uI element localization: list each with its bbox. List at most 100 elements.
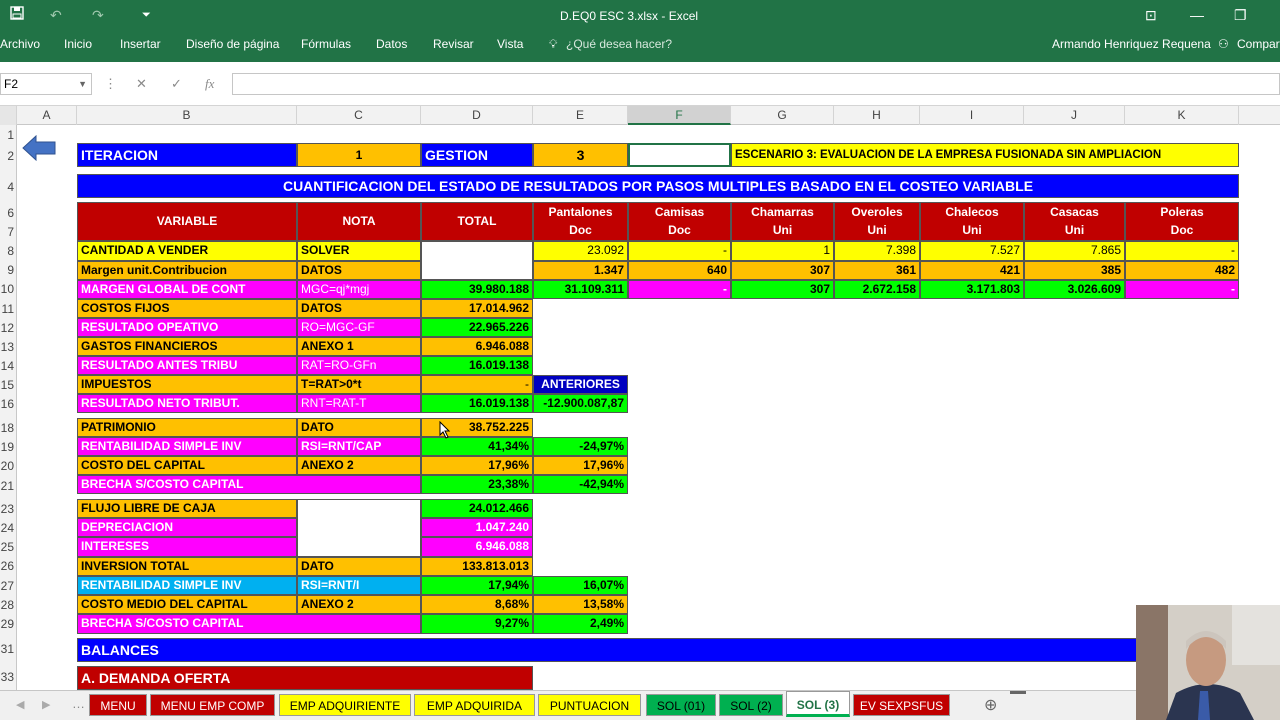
row-total[interactable]: 17.014.962	[421, 299, 533, 318]
insert-function-icon[interactable]: fx	[205, 76, 214, 92]
data-cell[interactable]: 421	[920, 261, 1024, 280]
selected-cell-f2[interactable]	[628, 143, 731, 167]
undo-icon[interactable]: ↶	[50, 6, 62, 24]
menu-diseno-pagina[interactable]: Diseño de página	[186, 37, 279, 51]
row-header[interactable]: 1	[0, 128, 14, 142]
iteracion-value[interactable]: 1	[297, 143, 421, 167]
column-header-k[interactable]: K	[1125, 106, 1239, 125]
row-total[interactable]: 22.965.226	[421, 318, 533, 337]
row-header[interactable]: 7	[0, 225, 14, 239]
row-header[interactable]: 8	[0, 244, 14, 258]
anteriores-value[interactable]: -12.900.087,87	[533, 394, 628, 413]
gestion-value[interactable]: 3	[533, 143, 628, 167]
data-cell[interactable]: -	[1125, 280, 1239, 299]
anteriores-value[interactable]: 17,96%	[533, 456, 628, 475]
anteriores-value[interactable]: 13,58%	[533, 595, 628, 614]
select-all-corner[interactable]	[0, 106, 17, 125]
row-header[interactable]: 9	[0, 263, 14, 277]
column-header-d[interactable]: D	[421, 106, 533, 125]
data-cell[interactable]: 7.398	[834, 241, 920, 261]
anteriores-value[interactable]: 16,07%	[533, 576, 628, 595]
data-cell[interactable]: 7.865	[1024, 241, 1125, 261]
row-header[interactable]: 14	[0, 359, 14, 373]
row-total[interactable]: 39.980.188	[421, 280, 533, 299]
menu-revisar[interactable]: Revisar	[433, 37, 474, 51]
row-header[interactable]: 18	[0, 421, 14, 435]
column-header-f[interactable]: F	[628, 106, 731, 125]
save-icon[interactable]	[10, 6, 24, 24]
anteriores-value[interactable]: 2,49%	[533, 614, 628, 634]
tab-menu[interactable]: MENU	[89, 694, 147, 716]
menu-formulas[interactable]: Fórmulas	[301, 37, 351, 51]
chevron-down-icon[interactable]: ▼	[78, 74, 87, 94]
cancel-icon[interactable]: ✕	[136, 76, 147, 92]
column-header-i[interactable]: I	[920, 106, 1024, 125]
row-total[interactable]: 8,68%	[421, 595, 533, 614]
row-header[interactable]: 23	[0, 502, 14, 516]
menu-datos[interactable]: Datos	[376, 37, 407, 51]
minimize-icon[interactable]: —	[1190, 6, 1204, 24]
tab-sol-01[interactable]: SOL (01)	[646, 694, 716, 716]
data-cell[interactable]: 307	[731, 280, 834, 299]
row-total[interactable]: 23,38%	[421, 475, 533, 494]
menu-vista[interactable]: Vista	[497, 37, 523, 51]
row-total[interactable]: 16.019.138	[421, 356, 533, 375]
row-total[interactable]: 41,34%	[421, 437, 533, 456]
restore-icon[interactable]: ❐	[1234, 6, 1247, 24]
menu-insertar[interactable]: Insertar	[120, 37, 161, 51]
row-header[interactable]: 25	[0, 540, 14, 554]
column-header-j[interactable]: J	[1024, 106, 1125, 125]
data-cell[interactable]: 640	[628, 261, 731, 280]
row-total[interactable]: -	[421, 375, 533, 394]
row-header[interactable]: 27	[0, 579, 14, 593]
data-cell[interactable]: 7.527	[920, 241, 1024, 261]
column-header-b[interactable]: B	[77, 106, 297, 125]
column-header-h[interactable]: H	[834, 106, 920, 125]
row-header[interactable]: 20	[0, 459, 14, 473]
row-total[interactable]: 16.019.138	[421, 394, 533, 413]
menu-archivo[interactable]: Archivo	[0, 37, 40, 51]
back-arrow-icon[interactable]	[22, 135, 56, 161]
row-total[interactable]: 9,27%	[421, 614, 533, 634]
tab-puntuacion[interactable]: PUNTUACION	[538, 694, 641, 716]
tab-emp-adquirida[interactable]: EMP ADQUIRIDA	[414, 694, 535, 716]
anteriores-value[interactable]: -24,97%	[533, 437, 628, 456]
empty-cell[interactable]	[297, 499, 421, 557]
more-tabs-icon[interactable]: …	[72, 696, 85, 711]
data-cell[interactable]: -	[1125, 241, 1239, 261]
data-cell[interactable]: 2.672.158	[834, 280, 920, 299]
worksheet-grid[interactable]: 1 2 4 6 7 8 9 10 11 12 13 14 15 16 18 19…	[0, 125, 1280, 690]
tab-ev-sexpsfus[interactable]: EV SEXPSFUS	[853, 694, 950, 716]
data-cell[interactable]: 3.171.803	[920, 280, 1024, 299]
enter-icon[interactable]: ✓	[171, 76, 182, 92]
row-header[interactable]: 12	[0, 321, 14, 335]
formula-input[interactable]	[232, 73, 1280, 95]
row-total[interactable]: 24.012.466	[421, 499, 533, 518]
customize-quick-access-icon[interactable]: ⏷	[142, 6, 151, 24]
row-total[interactable]: 1.047.240	[421, 518, 533, 537]
data-cell[interactable]: -	[628, 241, 731, 261]
anteriores-value[interactable]: -42,94%	[533, 475, 628, 494]
scroll-left-icon[interactable]: ◀	[16, 698, 24, 711]
column-header-g[interactable]: G	[731, 106, 834, 125]
share-button[interactable]: Compartir	[1237, 37, 1280, 51]
tell-me-input[interactable]: ¿Qué desea hacer?	[566, 37, 672, 51]
tab-sol-2[interactable]: SOL (2)	[719, 694, 783, 716]
row-header[interactable]: 16	[0, 397, 14, 411]
data-cell[interactable]: 1.347	[533, 261, 628, 280]
row-header[interactable]: 31	[0, 642, 14, 656]
data-cell[interactable]: 1	[731, 241, 834, 261]
row-header[interactable]: 19	[0, 440, 14, 454]
data-cell[interactable]: 482	[1125, 261, 1239, 280]
data-cell[interactable]: -	[628, 280, 731, 299]
row-header[interactable]: 11	[0, 302, 14, 316]
row-total[interactable]	[421, 241, 533, 280]
row-header[interactable]: 26	[0, 559, 14, 573]
row-header[interactable]: 13	[0, 340, 14, 354]
row-header[interactable]: 24	[0, 521, 14, 535]
data-cell[interactable]: 385	[1024, 261, 1125, 280]
data-cell[interactable]: 3.026.609	[1024, 280, 1125, 299]
row-header[interactable]: 28	[0, 598, 14, 612]
ribbon-display-icon[interactable]: ⊡	[1145, 6, 1157, 24]
data-cell[interactable]: 361	[834, 261, 920, 280]
